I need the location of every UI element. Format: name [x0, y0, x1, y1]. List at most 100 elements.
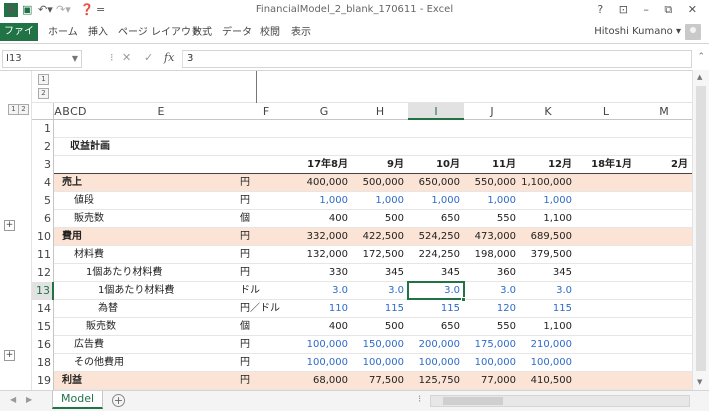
- column-header-m[interactable]: M: [636, 103, 692, 120]
- user-account[interactable]: Hitoshi Kumano ▾: [594, 26, 681, 37]
- row-label[interactable]: 売上: [62, 176, 82, 190]
- row-label[interactable]: 材料費: [74, 248, 104, 262]
- cell-k10[interactable]: 689,500: [520, 230, 572, 244]
- cell-j15[interactable]: 550: [464, 320, 516, 334]
- row-label[interactable]: 為替: [98, 302, 118, 316]
- column-header-i[interactable]: I: [408, 103, 464, 120]
- name-box[interactable]: I13 ▼: [2, 50, 82, 68]
- tab-home[interactable]: ホーム: [48, 25, 78, 41]
- cell-h5[interactable]: 1,000: [352, 194, 404, 208]
- insert-function-icon[interactable]: fx: [164, 51, 174, 64]
- cell-g3[interactable]: 17年8月: [296, 158, 348, 172]
- cell-h18[interactable]: 100,000: [352, 356, 404, 370]
- cell-k4[interactable]: 1,100,000: [520, 176, 572, 190]
- column-header-b[interactable]: B: [62, 103, 70, 120]
- tab-insert[interactable]: 挿入: [88, 25, 108, 41]
- tab-page-layout[interactable]: ページ レイアウト: [118, 25, 201, 41]
- row-label[interactable]: 費用: [62, 230, 82, 244]
- chevron-down-icon[interactable]: ▼: [72, 51, 78, 67]
- cell-h13[interactable]: 3.0: [352, 284, 404, 298]
- column-level-2-button[interactable]: 2: [38, 88, 49, 99]
- row-label[interactable]: 広告費: [74, 338, 104, 352]
- column-header-f[interactable]: F: [236, 103, 296, 120]
- cell-j10[interactable]: 473,000: [464, 230, 516, 244]
- unit-cell[interactable]: 円: [240, 356, 250, 370]
- cell-h4[interactable]: 500,000: [352, 176, 404, 190]
- row-header[interactable]: 18: [32, 354, 54, 372]
- cell-k14[interactable]: 115: [520, 302, 572, 316]
- unit-cell[interactable]: 円: [240, 176, 250, 190]
- row-header[interactable]: 13: [32, 282, 54, 300]
- sheet-tab-model[interactable]: Model: [52, 391, 104, 409]
- cell-k19[interactable]: 410,500: [520, 374, 572, 388]
- avatar[interactable]: [685, 24, 701, 40]
- unit-cell[interactable]: 円: [240, 194, 250, 208]
- cell-k18[interactable]: 100,000: [520, 356, 572, 370]
- cell-h15[interactable]: 500: [352, 320, 404, 334]
- cell-h16[interactable]: 150,000: [352, 338, 404, 352]
- row-header[interactable]: 19: [32, 372, 54, 390]
- cell-j11[interactable]: 198,000: [464, 248, 516, 262]
- scroll-up-icon[interactable]: ▲: [697, 73, 702, 81]
- scroll-down-icon[interactable]: ▼: [697, 378, 702, 386]
- row-label[interactable]: 値段: [74, 194, 94, 208]
- cell-l3[interactable]: 18年1月: [576, 158, 632, 172]
- cell-h11[interactable]: 172,500: [352, 248, 404, 262]
- tab-data[interactable]: データ: [222, 25, 252, 41]
- cell-i5[interactable]: 1,000: [408, 194, 460, 208]
- column-header-g[interactable]: G: [296, 103, 352, 120]
- column-header-h[interactable]: H: [352, 103, 408, 120]
- cell-i16[interactable]: 200,000: [408, 338, 460, 352]
- unit-cell[interactable]: 個: [240, 212, 250, 226]
- cell-k6[interactable]: 1,100: [520, 212, 572, 226]
- cell-i3[interactable]: 10月: [408, 158, 460, 172]
- cell-i11[interactable]: 224,250: [408, 248, 460, 262]
- row-level-2-button[interactable]: 2: [18, 104, 29, 115]
- cell-j13[interactable]: 3.0: [464, 284, 516, 298]
- cell-k15[interactable]: 1,100: [520, 320, 572, 334]
- sheet-prev-icon[interactable]: ◀: [10, 395, 16, 404]
- row-header[interactable]: 2: [32, 138, 54, 156]
- tab-view[interactable]: 表示: [291, 25, 311, 41]
- cell-h19[interactable]: 77,500: [352, 374, 404, 388]
- row-label[interactable]: 販売数: [86, 320, 116, 334]
- cell-i4[interactable]: 650,000: [408, 176, 460, 190]
- cell-h10[interactable]: 422,500: [352, 230, 404, 244]
- vertical-scrollbar[interactable]: ▲ ▼: [692, 70, 709, 390]
- add-sheet-button[interactable]: +: [112, 394, 125, 407]
- row-label[interactable]: 1個あたり材料費: [98, 284, 174, 298]
- column-header-c[interactable]: C: [70, 103, 78, 120]
- row-header[interactable]: 14: [32, 300, 54, 318]
- tab-review[interactable]: 校閲: [260, 25, 280, 41]
- unit-cell[interactable]: 個: [240, 320, 250, 334]
- cell-k16[interactable]: 210,000: [520, 338, 572, 352]
- scroll-thumb[interactable]: [696, 86, 706, 371]
- row-header[interactable]: 12: [32, 264, 54, 282]
- cell-k3[interactable]: 12月: [520, 158, 572, 172]
- column-header-a[interactable]: A: [54, 103, 62, 120]
- cell-j4[interactable]: 550,000: [464, 176, 516, 190]
- cell-j19[interactable]: 77,000: [464, 374, 516, 388]
- cell-j18[interactable]: 100,000: [464, 356, 516, 370]
- row-header[interactable]: 16: [32, 336, 54, 354]
- row-label[interactable]: 1個あたり材料費: [86, 266, 162, 280]
- cell-g13[interactable]: 3.0: [296, 284, 348, 298]
- cell-i12[interactable]: 345: [408, 266, 460, 280]
- cell-g14[interactable]: 110: [296, 302, 348, 316]
- column-header-l[interactable]: L: [576, 103, 636, 120]
- cell-g15[interactable]: 400: [296, 320, 348, 334]
- split-handle-icon[interactable]: ⁝: [418, 394, 421, 405]
- formula-input[interactable]: 3: [182, 50, 692, 68]
- cell-j6[interactable]: 550: [464, 212, 516, 226]
- cell-i10[interactable]: 524,250: [408, 230, 460, 244]
- row-header[interactable]: 5: [32, 192, 54, 210]
- cell-g6[interactable]: 400: [296, 212, 348, 226]
- row-header[interactable]: 3: [32, 156, 54, 174]
- cell-i19[interactable]: 125,750: [408, 374, 460, 388]
- cell-g4[interactable]: 400,000: [296, 176, 348, 190]
- cell-k11[interactable]: 379,500: [520, 248, 572, 262]
- expand-formula-bar-icon[interactable]: ⌃: [697, 52, 705, 62]
- window-controls[interactable]: ? ⊡ – ⧉ ✕: [597, 3, 703, 17]
- row-header[interactable]: 10: [32, 228, 54, 246]
- cell-h3[interactable]: 9月: [352, 158, 404, 172]
